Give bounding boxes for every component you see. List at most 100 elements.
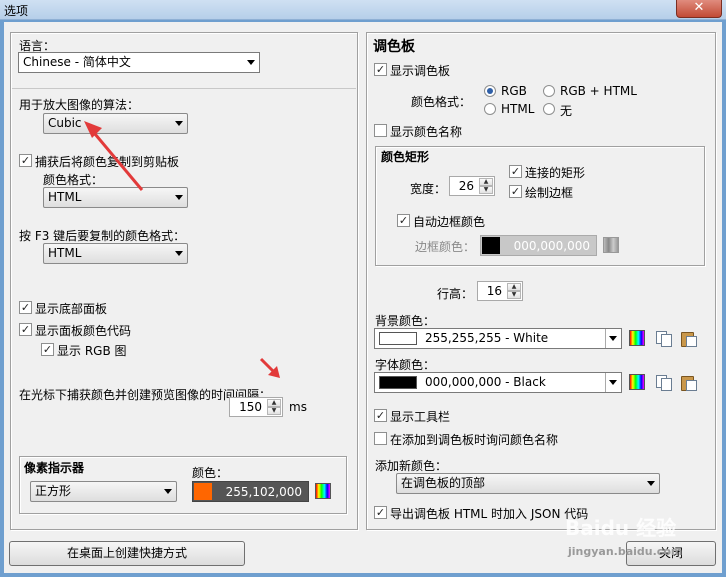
watermark-brand: Baidu 经验	[565, 516, 677, 540]
f3-format-label: 按 F3 键后要复制的颜色格式：	[19, 229, 186, 243]
rect-width-stepper[interactable]: 26 ▲ ▼	[449, 176, 495, 196]
show-panel-code-label: 显示面板颜色代码	[35, 324, 132, 338]
border-color-swatch	[482, 237, 500, 254]
create-shortcut-button[interactable]: 在桌面上创建快捷方式	[9, 541, 245, 566]
export-json-label: 导出调色板 HTML 时加入 JSON 代码	[390, 507, 589, 521]
spin-up-icon[interactable]: ▲	[479, 178, 493, 186]
color-palette-icon[interactable]	[315, 483, 331, 499]
rect-width-value: 26	[458, 179, 474, 193]
spin-up-icon[interactable]: ▲	[267, 399, 281, 407]
color-palette-icon[interactable]	[629, 374, 645, 390]
chevron-down-icon	[175, 251, 183, 256]
palette-section-title: 调色板	[373, 39, 415, 55]
chevron-down-icon	[175, 195, 183, 200]
connected-rect-label: 连接的矩形	[525, 166, 586, 180]
chevron-down-icon	[647, 481, 655, 486]
bg-color-swatch	[379, 332, 417, 345]
copy-format-select[interactable]: HTML	[43, 187, 188, 208]
draw-border-label: 绘制边框	[525, 186, 574, 200]
add-new-color-select[interactable]: 在调色板的顶部	[396, 473, 660, 494]
show-palette-label: 显示调色板	[390, 64, 451, 78]
indicator-color-swatch	[194, 483, 212, 500]
bg-color-value: 255,255,255 - White	[425, 331, 549, 345]
show-color-name-checkbox[interactable]	[374, 124, 387, 137]
format-rgb-label: RGB	[501, 84, 527, 98]
show-toolbar-label: 显示工具栏	[390, 410, 451, 424]
interval-value: 150	[239, 400, 262, 414]
interval-stepper[interactable]: 150 ▲ ▼	[229, 397, 283, 417]
add-new-color-label: 添加新颜色：	[375, 459, 448, 473]
border-color-label: 边框颜色：	[415, 240, 476, 254]
chevron-down-icon	[247, 60, 255, 65]
auto-border-label: 自动边框颜色	[413, 215, 486, 229]
indicator-color-label: 颜色：	[192, 466, 229, 480]
shape-select[interactable]: 正方形	[30, 481, 177, 502]
color-palette-icon[interactable]	[629, 330, 645, 346]
connected-rect-checkbox[interactable]	[509, 165, 522, 178]
format-rgb-html-label: RGB + HTML	[560, 84, 637, 98]
palette-color-format-label: 颜色格式：	[411, 95, 472, 109]
indicator-color-box[interactable]: 255,102,000	[192, 481, 309, 502]
export-json-checkbox[interactable]	[374, 506, 387, 519]
f3-format-select[interactable]: HTML	[43, 243, 188, 264]
shape-value: 正方形	[35, 484, 72, 498]
close-icon[interactable]: ✕	[676, 0, 722, 18]
copy-icon[interactable]	[655, 330, 672, 347]
row-height-label: 行高：	[437, 287, 474, 301]
paste-icon[interactable]	[680, 330, 697, 347]
format-html-radio[interactable]	[484, 103, 496, 115]
copy-after-capture-label: 捕获后将颜色复制到剪贴板	[35, 155, 180, 169]
draw-border-checkbox[interactable]	[509, 185, 522, 198]
color-rect-title: 颜色矩形	[381, 150, 430, 164]
algorithm-select[interactable]: Cubic	[43, 113, 188, 134]
show-bottom-panel-checkbox[interactable]	[19, 301, 32, 314]
font-color-value: 000,000,000 - Black	[425, 375, 546, 389]
show-toolbar-checkbox[interactable]	[374, 409, 387, 422]
spin-up-icon[interactable]: ▲	[507, 283, 521, 291]
font-color-label: 字体颜色：	[375, 358, 436, 372]
show-rgb-checkbox[interactable]	[41, 343, 54, 356]
format-none-radio[interactable]	[543, 103, 555, 115]
bg-color-select[interactable]: 255,255,255 - White	[374, 328, 622, 349]
spin-down-icon[interactable]: ▼	[267, 407, 281, 415]
interval-unit: ms	[289, 400, 307, 414]
show-palette-checkbox[interactable]	[374, 63, 387, 76]
title-bar: 选项	[0, 0, 726, 20]
indicator-color-value: 255,102,000	[225, 485, 302, 499]
ask-name-checkbox[interactable]	[374, 432, 387, 445]
chevron-down-icon	[609, 380, 617, 385]
border-color-value: 000,000,000	[513, 239, 590, 253]
copy-after-capture-checkbox[interactable]	[19, 154, 32, 167]
watermark-url: jingyan.baidu.com	[568, 545, 683, 558]
add-new-color-value: 在调色板的顶部	[401, 476, 486, 490]
f3-format-value: HTML	[48, 246, 82, 260]
font-color-select[interactable]: 000,000,000 - Black	[374, 372, 622, 393]
paste-icon[interactable]	[680, 374, 697, 391]
auto-border-checkbox[interactable]	[397, 214, 410, 227]
window-title: 选项	[4, 4, 29, 18]
language-value: Chinese - 简体中文	[23, 55, 131, 69]
show-rgb-label: 显示 RGB 图	[57, 344, 127, 358]
spin-down-icon[interactable]: ▼	[507, 291, 521, 299]
show-panel-code-checkbox[interactable]	[19, 323, 32, 336]
format-none-label: 无	[560, 104, 573, 118]
show-bottom-panel-label: 显示底部面板	[35, 302, 108, 316]
spin-down-icon[interactable]: ▼	[479, 186, 493, 194]
format-rgb-radio[interactable]	[484, 85, 496, 97]
bg-color-label: 背景颜色：	[375, 314, 436, 328]
language-select[interactable]: Chinese - 简体中文	[18, 52, 260, 73]
divider	[12, 88, 356, 89]
font-color-swatch	[379, 376, 417, 389]
ask-name-label: 在添加到调色板时询问颜色名称	[390, 433, 559, 447]
chevron-down-icon	[609, 336, 617, 341]
show-color-name-label: 显示颜色名称	[390, 125, 463, 139]
row-height-stepper[interactable]: 16 ▲ ▼	[477, 281, 523, 301]
copy-format-label: 颜色格式：	[43, 173, 104, 187]
copy-format-value: HTML	[48, 190, 82, 204]
chevron-down-icon	[175, 121, 183, 126]
algorithm-value: Cubic	[48, 116, 82, 130]
format-rgb-html-radio[interactable]	[543, 85, 555, 97]
copy-icon[interactable]	[655, 374, 672, 391]
chevron-down-icon	[164, 489, 172, 494]
color-palette-icon	[603, 237, 619, 253]
